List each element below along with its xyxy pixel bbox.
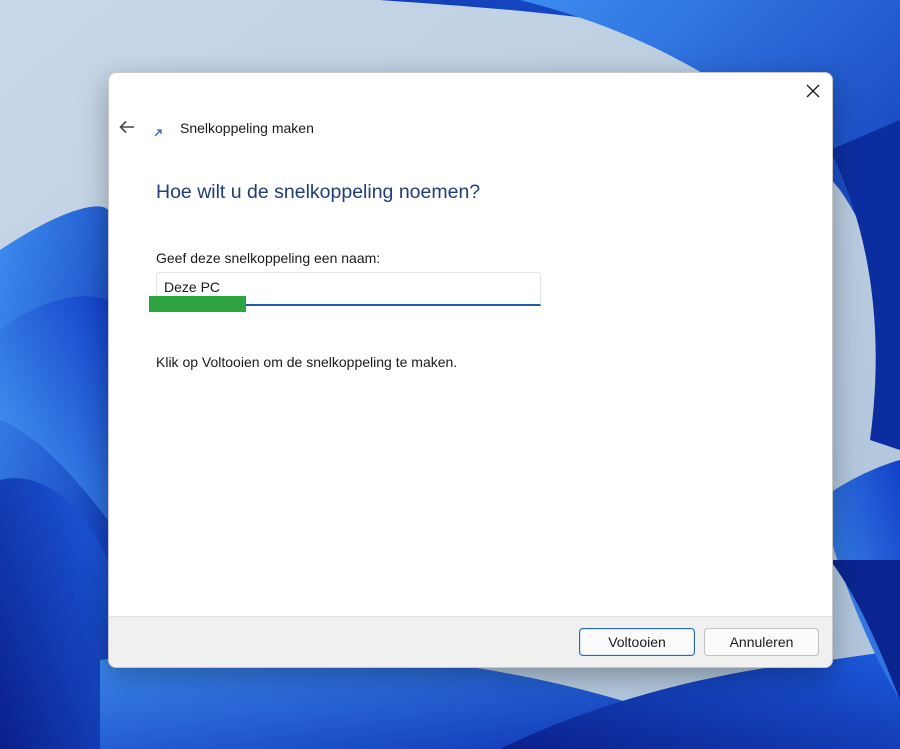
page-heading: Hoe wilt u de snelkoppeling noemen? — [156, 181, 481, 203]
shortcut-icon — [154, 129, 162, 137]
cancel-button[interactable]: Annuleren — [704, 628, 819, 656]
close-icon — [806, 84, 820, 98]
create-shortcut-dialog: Snelkoppeling maken Hoe wilt u de snelko… — [108, 72, 833, 668]
annotation-highlight — [149, 296, 246, 312]
finish-button[interactable]: Voltooien — [579, 628, 695, 656]
back-button[interactable] — [117, 117, 137, 137]
dialog-footer: Voltooien Annuleren — [109, 616, 832, 667]
finish-instruction-text: Klik op Voltooien om de snelkoppeling te… — [156, 354, 458, 370]
back-arrow-icon — [119, 120, 134, 134]
wizard-title: Snelkoppeling maken — [180, 120, 314, 136]
close-button[interactable] — [797, 77, 829, 105]
shortcut-name-label: Geef deze snelkoppeling een naam: — [156, 250, 381, 266]
